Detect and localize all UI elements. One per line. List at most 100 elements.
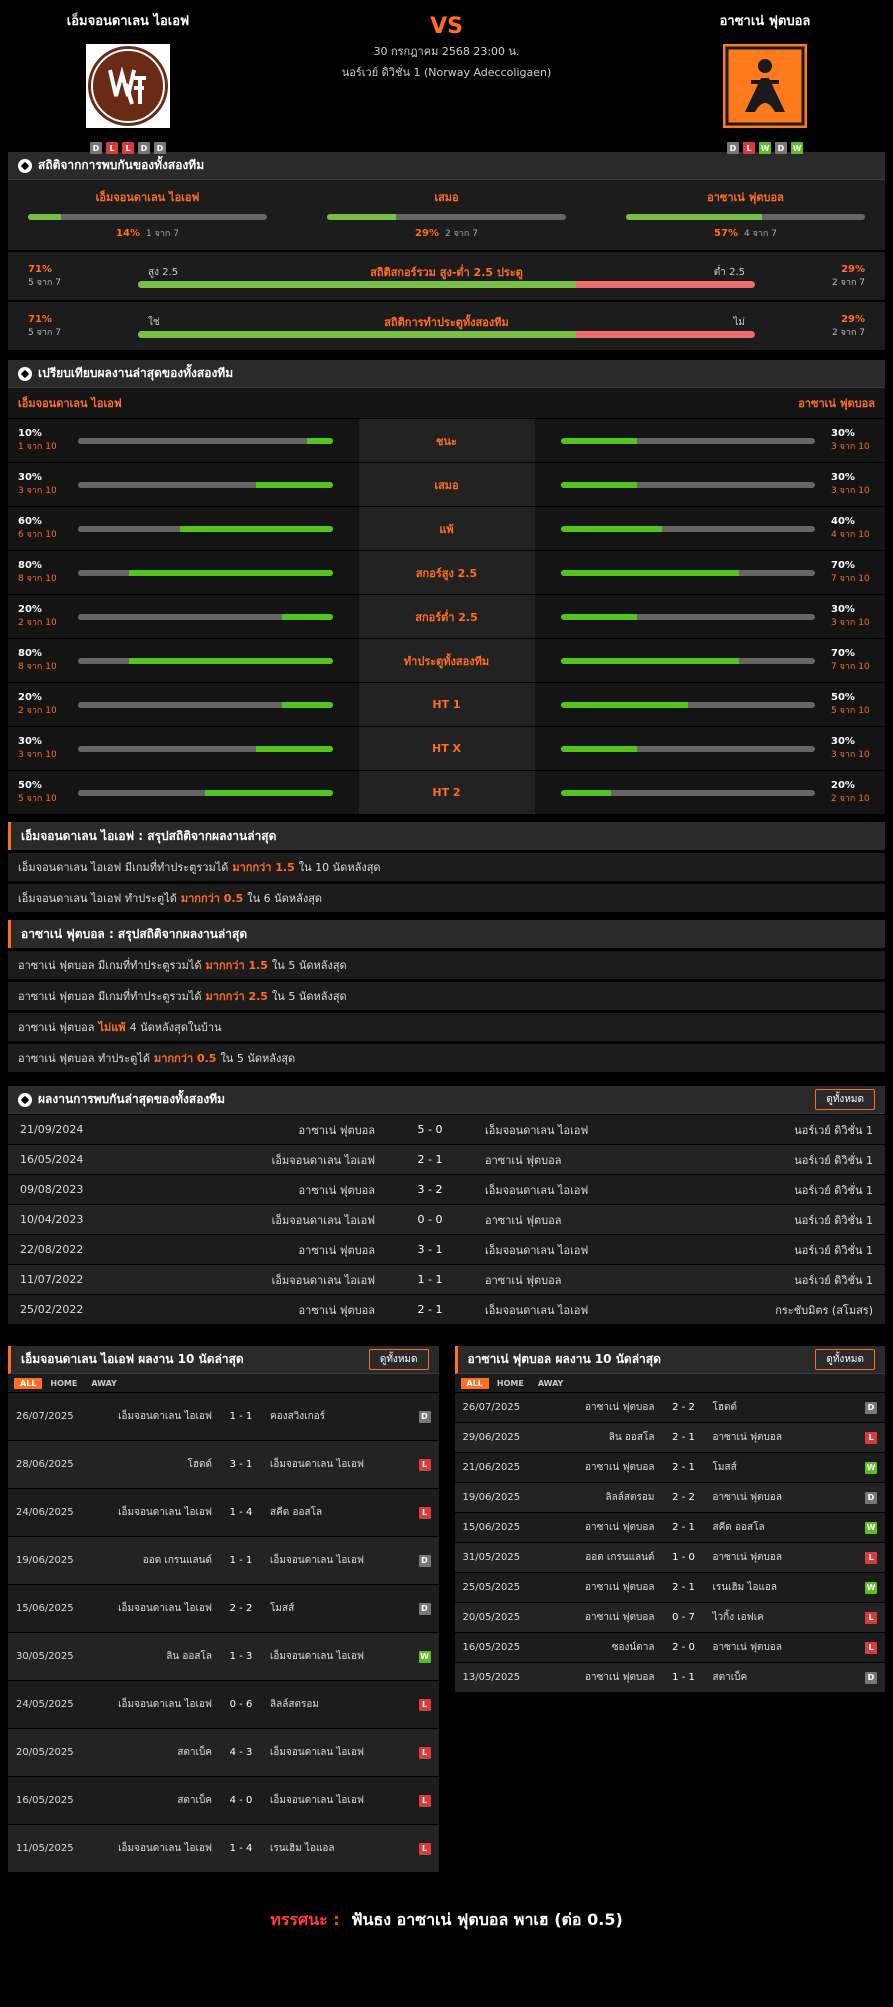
result-away-team[interactable]: เอ็มจอนดาเลน ไอเอฟ bbox=[485, 1181, 700, 1199]
h2h-result-row[interactable]: 21/09/2024 อาซาเน่ ฟุตบอล 5 - 0 เอ็มจอนดาเล… bbox=[8, 1114, 885, 1144]
last10-row[interactable]: 13/05/2025 อาซาเน่ ฟุตบอล 1 - 1 สตาเบ็ค D bbox=[454, 1662, 885, 1692]
last10-away-team[interactable]: เอ็มจอนดาเลน ไอเอฟ bbox=[270, 1553, 386, 1568]
last10-away-team[interactable]: อาซาเน่ ฟุตบอล bbox=[713, 1550, 831, 1565]
home-team-logo[interactable] bbox=[86, 44, 170, 128]
last10-row[interactable]: 15/06/2025 อาซาเน่ ฟุตบอล 2 - 1 สคีด ออสโล W bbox=[454, 1512, 885, 1542]
result-away-team[interactable]: เอ็มจอนดาเลน ไอเอฟ bbox=[485, 1241, 700, 1259]
last10-row[interactable]: 19/06/2025 ลิลล์สตรอม 2 - 2 อาซาเน่ ฟุตบอล D bbox=[454, 1482, 885, 1512]
last10-row[interactable]: 19/06/2025 ออด เกรนแลนด์ 1 - 1 เอ็มจอนดาเลน… bbox=[8, 1536, 439, 1584]
last10-away-team[interactable]: โฮดด์ bbox=[713, 1400, 831, 1415]
result-home-team[interactable]: อาซาเน่ ฟุตบอล bbox=[160, 1121, 375, 1139]
tab-away[interactable]: AWAY bbox=[532, 1378, 570, 1389]
last10-row[interactable]: 31/05/2025 ออด เกรนแลนด์ 1 - 0 อาซาเน่ ฟุตบ… bbox=[454, 1542, 885, 1572]
last10-row[interactable]: 24/06/2025 เอ็มจอนดาเลน ไอเอฟ 1 - 4 สคีด ออ… bbox=[8, 1488, 439, 1536]
last10-away-team[interactable]: สคีด ออสโล bbox=[270, 1505, 386, 1520]
last10-away-team[interactable]: เอ็มจอนดาเลน ไอเอฟ bbox=[270, 1457, 386, 1472]
result-away-team[interactable]: เอ็มจอนดาเลน ไอเอฟ bbox=[485, 1301, 700, 1319]
last10-home-team[interactable]: อาซาเน่ ฟุตบอล bbox=[549, 1520, 655, 1535]
last10-row[interactable]: 30/05/2025 ลิน ออสโล 1 - 3 เอ็มจอนดาเลน ไอเ… bbox=[8, 1632, 439, 1680]
away-last10-view-all-button[interactable]: ดูทั้งหมด bbox=[815, 1349, 875, 1370]
last10-away-team[interactable]: เอ็มจอนดาเลน ไอเอฟ bbox=[270, 1745, 386, 1760]
result-away-team[interactable]: อาซาเน่ ฟุตบอล bbox=[485, 1271, 700, 1289]
last10-away-team[interactable]: อาซาเน่ ฟุตบอล bbox=[713, 1490, 831, 1505]
last10-row[interactable]: 15/06/2025 เอ็มจอนดาเลน ไอเอฟ 2 - 2 โมสส์ D bbox=[8, 1584, 439, 1632]
result-away-team[interactable]: อาซาเน่ ฟุตบอล bbox=[485, 1151, 700, 1169]
last10-home-team[interactable]: ลิลล์สตรอม bbox=[549, 1490, 655, 1505]
result-away-team[interactable]: เอ็มจอนดาเลน ไอเอฟ bbox=[485, 1121, 700, 1139]
result-away-team[interactable]: อาซาเน่ ฟุตบอล bbox=[485, 1211, 700, 1229]
result-home-team[interactable]: เอ็มจอนดาเลน ไอเอฟ bbox=[160, 1151, 375, 1169]
last10-home-team[interactable]: เอ็มจอนดาเลน ไอเอฟ bbox=[102, 1601, 212, 1616]
last10-row[interactable]: 16/05/2025 สตาเบ็ค 4 - 0 เอ็มจอนดาเลน ไอเอฟ… bbox=[8, 1776, 439, 1824]
tab-home[interactable]: HOME bbox=[491, 1378, 530, 1389]
last10-row[interactable]: 21/06/2025 อาซาเน่ ฟุตบอล 2 - 1 โมสส์ W bbox=[454, 1452, 885, 1482]
away-team[interactable]: อาซาเน่ ฟุตบอล DLWDW bbox=[665, 8, 865, 154]
last10-row[interactable]: 28/06/2025 โฮดด์ 3 - 1 เอ็มจอนดาเลน ไอเอฟ L bbox=[8, 1440, 439, 1488]
last10-home-team[interactable]: ซองน์ดาล bbox=[549, 1640, 655, 1655]
last10-home-team[interactable]: ลิน ออสโล bbox=[102, 1649, 212, 1664]
h2h-result-row[interactable]: 22/08/2022 อาซาเน่ ฟุตบอล 3 - 1 เอ็มจอนดาเล… bbox=[8, 1234, 885, 1264]
last10-away-team[interactable]: ลิลล์สตรอม bbox=[270, 1697, 386, 1712]
result-home-team[interactable]: เอ็มจอนดาเลน ไอเอฟ bbox=[160, 1271, 375, 1289]
last10-row[interactable]: 11/05/2025 เอ็มจอนดาเลน ไอเอฟ 1 - 4 เรนเฮิม… bbox=[8, 1824, 439, 1872]
tab-all[interactable]: ALL bbox=[460, 1377, 489, 1389]
compare-away-fill bbox=[560, 789, 612, 796]
last10-away-team[interactable]: โมสส์ bbox=[713, 1460, 831, 1475]
last10-away-team[interactable]: อาซาเน่ ฟุตบอล bbox=[713, 1640, 831, 1655]
last10-home-team[interactable]: โฮดด์ bbox=[102, 1457, 212, 1472]
away-team-logo[interactable] bbox=[723, 44, 807, 128]
last10-away-team[interactable]: สคีด ออสโล bbox=[713, 1520, 831, 1535]
last10-home-team[interactable]: ลิน ออสโล bbox=[549, 1430, 655, 1445]
last10-home-team[interactable]: อาซาเน่ ฟุตบอล bbox=[549, 1610, 655, 1625]
compare-home-name[interactable]: เอ็มจอนดาเลน ไอเอฟ bbox=[18, 394, 122, 412]
last10-home-team[interactable]: อาซาเน่ ฟุตบอล bbox=[549, 1460, 655, 1475]
h2h-view-all-button[interactable]: ดูทั้งหมด bbox=[815, 1089, 875, 1110]
last10-home-team[interactable]: เอ็มจอนดาเลน ไอเอฟ bbox=[102, 1841, 212, 1856]
compare-away-name[interactable]: อาซาเน่ ฟุตบอล bbox=[798, 394, 875, 412]
away-team-name[interactable]: อาซาเน่ ฟุตบอล bbox=[720, 10, 811, 30]
last10-row[interactable]: 25/05/2025 อาซาเน่ ฟุตบอล 2 - 1 เรนเฮิม ไอแ… bbox=[454, 1572, 885, 1602]
last10-home-team[interactable]: ออด เกรนแลนด์ bbox=[102, 1553, 212, 1568]
last10-away-team[interactable]: เรนเฮิม ไอแอล bbox=[270, 1841, 386, 1856]
h2h-result-row[interactable]: 25/02/2022 อาซาเน่ ฟุตบอล 2 - 1 เอ็มจอนดาเล… bbox=[8, 1294, 885, 1324]
last10-row[interactable]: 24/05/2025 เอ็มจอนดาเลน ไอเอฟ 0 - 6 ลิลล์สต… bbox=[8, 1680, 439, 1728]
last10-home-team[interactable]: อาซาเน่ ฟุตบอล bbox=[549, 1400, 655, 1415]
last10-row[interactable]: 20/05/2025 อาซาเน่ ฟุตบอล 0 - 7 ไวกิ้ง เอฟเ… bbox=[454, 1602, 885, 1632]
h2h-result-row[interactable]: 10/04/2023 เอ็มจอนดาเลน ไอเอฟ 0 - 0 อาซาเน่… bbox=[8, 1204, 885, 1234]
last10-home-team[interactable]: เอ็มจอนดาเลน ไอเอฟ bbox=[102, 1409, 212, 1424]
last10-away-team[interactable]: คองสวิงเกอร์ bbox=[270, 1409, 386, 1424]
last10-away-team[interactable]: เรนเฮิม ไอแอล bbox=[713, 1580, 831, 1595]
last10-home-team[interactable]: ออด เกรนแลนด์ bbox=[549, 1550, 654, 1565]
last10-date: 16/05/2025 bbox=[462, 1642, 521, 1653]
last10-away-team[interactable]: เอ็มจอนดาเลน ไอเอฟ bbox=[270, 1649, 386, 1664]
home-team-name[interactable]: เอ็มจอนดาเลน ไอเอฟ bbox=[67, 10, 190, 30]
last10-home-team[interactable]: อาซาเน่ ฟุตบอล bbox=[549, 1580, 655, 1595]
tab-home[interactable]: HOME bbox=[44, 1378, 83, 1389]
result-home-team[interactable]: เอ็มจอนดาเลน ไอเอฟ bbox=[160, 1211, 375, 1229]
home-team[interactable]: เอ็มจอนดาเลน ไอเอฟ DLLDD bbox=[28, 8, 228, 154]
tab-away[interactable]: AWAY bbox=[85, 1378, 123, 1389]
last10-home-team[interactable]: สตาเบ็ค bbox=[102, 1745, 212, 1760]
result-home-team[interactable]: อาซาเน่ ฟุตบอล bbox=[160, 1301, 375, 1319]
last10-row[interactable]: 20/05/2025 สตาเบ็ค 4 - 3 เอ็มจอนดาเลน ไอเอฟ… bbox=[8, 1728, 439, 1776]
last10-away-team[interactable]: โมสส์ bbox=[270, 1601, 386, 1616]
last10-home-team[interactable]: สตาเบ็ค bbox=[102, 1793, 212, 1808]
last10-row[interactable]: 26/07/2025 เอ็มจอนดาเลน ไอเอฟ 1 - 1 คองสวิง… bbox=[8, 1392, 439, 1440]
result-home-team[interactable]: อาซาเน่ ฟุตบอล bbox=[160, 1181, 375, 1199]
h2h-result-row[interactable]: 09/08/2023 อาซาเน่ ฟุตบอล 3 - 2 เอ็มจอนดาเล… bbox=[8, 1174, 885, 1204]
last10-away-team[interactable]: ไวกิ้ง เอฟเค bbox=[713, 1610, 831, 1625]
home-last10-view-all-button[interactable]: ดูทั้งหมด bbox=[368, 1349, 429, 1370]
h2h-result-row[interactable]: 16/05/2024 เอ็มจอนดาเลน ไอเอฟ 2 - 1 อาซาเน่… bbox=[8, 1144, 885, 1174]
last10-row[interactable]: 26/07/2025 อาซาเน่ ฟุตบอล 2 - 2 โฮดด์ D bbox=[454, 1392, 885, 1422]
h2h-result-row[interactable]: 11/07/2022 เอ็มจอนดาเลน ไอเอฟ 1 - 1 อาซาเน่… bbox=[8, 1264, 885, 1294]
last10-away-team[interactable]: อาซาเน่ ฟุตบอล bbox=[713, 1430, 831, 1445]
last10-home-team[interactable]: เอ็มจอนดาเลน ไอเอฟ bbox=[102, 1697, 212, 1712]
last10-home-team[interactable]: อาซาเน่ ฟุตบอล bbox=[549, 1670, 655, 1685]
last10-row[interactable]: 29/06/2025 ลิน ออสโล 2 - 1 อาซาเน่ ฟุตบอล L bbox=[454, 1422, 885, 1452]
last10-home-team[interactable]: เอ็มจอนดาเลน ไอเอฟ bbox=[102, 1505, 212, 1520]
last10-row[interactable]: 16/05/2025 ซองน์ดาล 2 - 0 อาซาเน่ ฟุตบอล L bbox=[454, 1632, 885, 1662]
result-home-team[interactable]: อาซาเน่ ฟุตบอล bbox=[160, 1241, 375, 1259]
last10-away-team[interactable]: สตาเบ็ค bbox=[713, 1670, 831, 1685]
tab-all[interactable]: ALL bbox=[14, 1377, 43, 1389]
last10-away-team[interactable]: เอ็มจอนดาเลน ไอเอฟ bbox=[270, 1793, 386, 1808]
